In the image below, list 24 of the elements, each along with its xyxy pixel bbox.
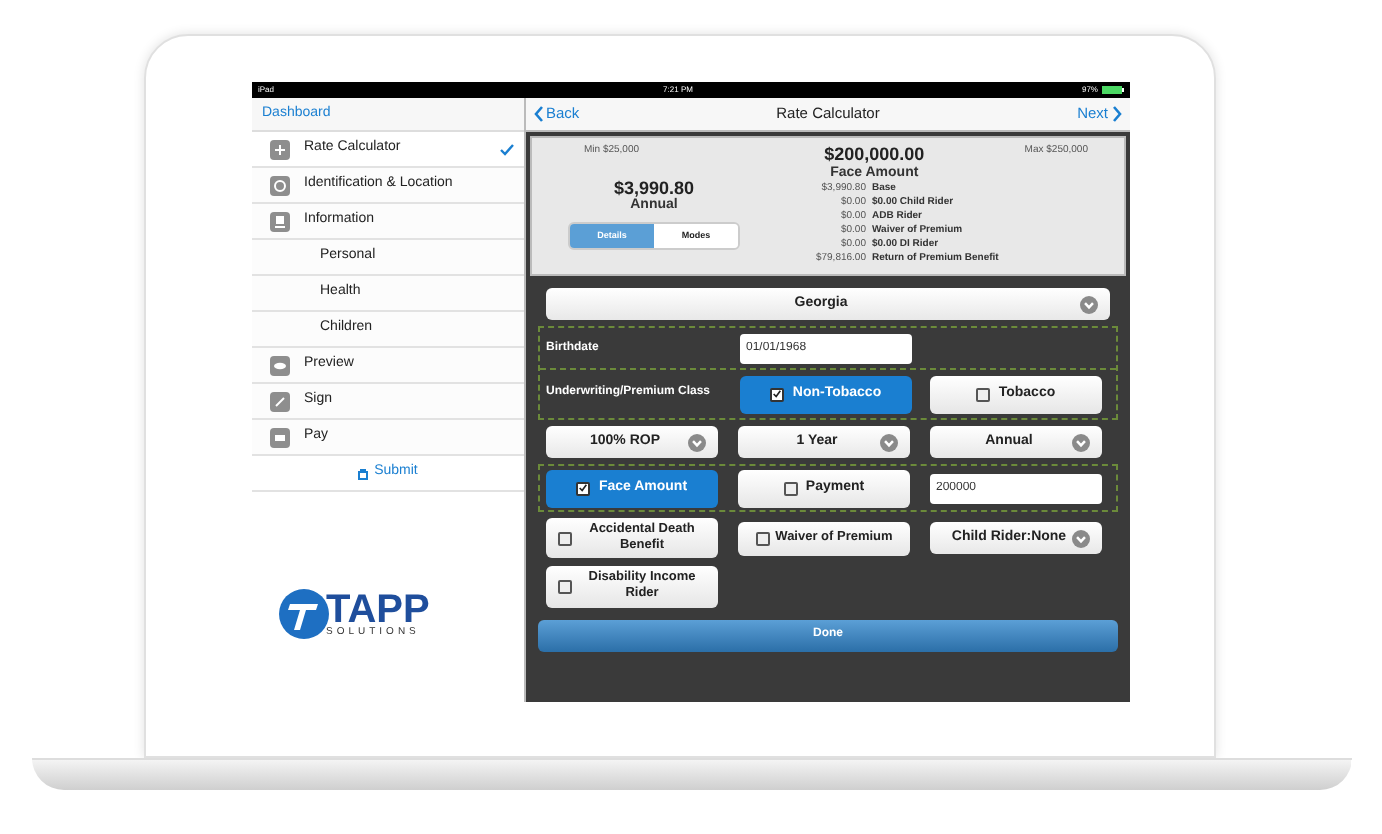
plus-icon	[270, 139, 290, 159]
dropdown-icon	[1072, 433, 1090, 451]
dropdown-icon	[688, 433, 706, 451]
logo-mark-icon	[278, 588, 330, 640]
checkbox[interactable]	[976, 387, 991, 401]
pen-icon	[270, 391, 290, 411]
battery-icon	[1102, 86, 1124, 94]
premium-amount: $3,990.80	[613, 179, 695, 197]
back-chevron-icon	[534, 106, 544, 122]
checkbox[interactable]	[558, 531, 572, 546]
checkbox[interactable]	[783, 481, 798, 495]
checkbox[interactable]	[755, 531, 770, 546]
card-icon	[270, 427, 290, 447]
dropdown-icon	[1080, 295, 1098, 313]
checkbox[interactable]	[558, 579, 572, 594]
eye-icon	[270, 355, 290, 375]
checkmark-icon	[500, 143, 514, 155]
checkbox[interactable]	[770, 387, 785, 401]
face-amount: $200,000.00	[824, 144, 925, 166]
next-chevron-icon	[1112, 106, 1122, 122]
dropdown-icon	[1072, 529, 1090, 548]
logo-name: TAPP	[326, 591, 430, 627]
checkbox[interactable]	[576, 481, 591, 495]
dropdown-icon	[880, 433, 898, 451]
